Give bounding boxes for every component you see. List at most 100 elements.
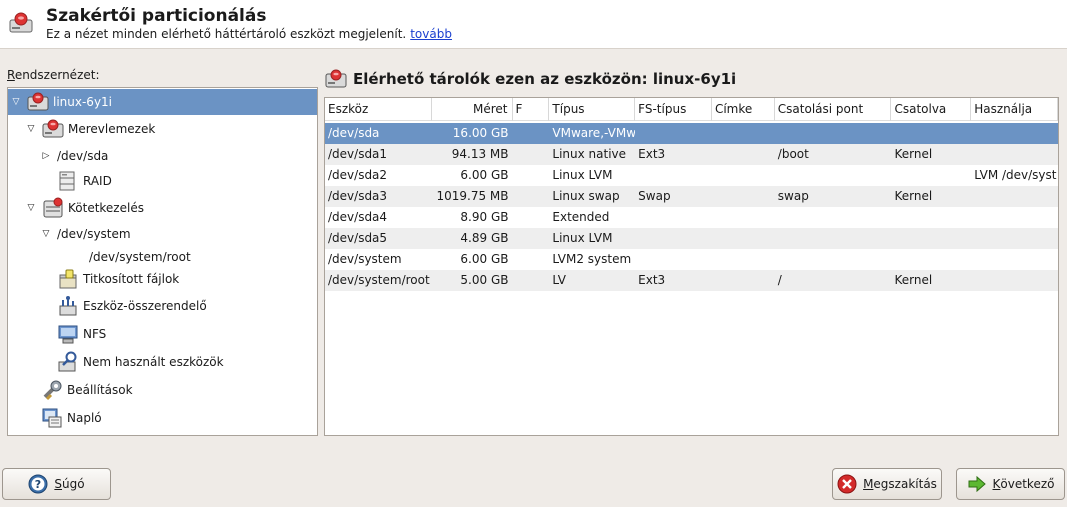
table-cell xyxy=(712,228,775,249)
harddisk-icon xyxy=(325,69,347,88)
tree-item[interactable]: Titkosított fájlok xyxy=(8,266,317,292)
arrow-right-icon xyxy=(968,475,986,493)
more-link[interactable]: tovább xyxy=(410,27,452,41)
table-cell: Linux LVM xyxy=(552,168,613,182)
table-row[interactable]: /dev/system 6.00 GB LVM2 system xyxy=(325,249,1058,270)
table-cell xyxy=(635,123,712,144)
cancel-icon xyxy=(837,474,857,494)
storage-view-title: Elérhető tárolók ezen az eszközön: linux… xyxy=(325,68,736,90)
tree-item-label: Titkosított fájlok xyxy=(83,272,180,286)
table-row[interactable]: /dev/sda 16.00 GB VMware,-VMw xyxy=(325,123,1058,144)
tree-item[interactable]: Napló xyxy=(8,405,317,431)
tree-item-label: Beállítások xyxy=(67,383,133,397)
table-cell xyxy=(513,249,550,270)
column-header[interactable]: Típus xyxy=(549,98,636,121)
table-cell xyxy=(635,228,712,249)
expanded-arrow-icon[interactable]: ▽ xyxy=(41,229,51,239)
device-mapper-icon xyxy=(59,296,77,316)
expanded-arrow-icon[interactable]: ▽ xyxy=(26,124,36,134)
system-view-tree[interactable]: ▽ linux-6y1i ▽ Merevlemezek ▷ /dev/sda RAID ▽ Kö… xyxy=(7,87,318,436)
table-cell xyxy=(635,249,712,270)
column-header[interactable]: Címke xyxy=(712,98,775,121)
expanded-arrow-icon[interactable]: ▽ xyxy=(26,203,36,213)
column-header[interactable]: Méret xyxy=(432,98,513,121)
svg-text:?: ? xyxy=(35,478,41,491)
collapsed-arrow-icon[interactable]: ▷ xyxy=(41,151,51,161)
tree-item[interactable]: RAID xyxy=(8,168,317,194)
table-cell xyxy=(971,270,1058,291)
table-cell: /dev/sda3 xyxy=(328,189,388,203)
table-cell: swap xyxy=(777,189,809,203)
tree-item-label: Nem használt eszközök xyxy=(83,355,224,369)
table-row[interactable]: /dev/system/root 5.00 GB LV Ext3 / Kernel xyxy=(325,270,1058,291)
table-cell xyxy=(513,186,550,207)
table-row[interactable]: /dev/sda4 8.90 GB Extended xyxy=(325,207,1058,228)
tree-item-label: Napló xyxy=(67,411,102,425)
tree-item[interactable]: ▷ /dev/sda xyxy=(8,143,317,169)
table-row[interactable]: /dev/sda3 1019.75 MB Linux swap Swap swap Ker… xyxy=(325,186,1058,207)
column-header[interactable]: Csatolva xyxy=(891,98,972,121)
column-header[interactable]: Eszköz xyxy=(325,98,432,121)
volume-manager-icon xyxy=(43,197,63,218)
table-cell: Kernel xyxy=(894,147,933,161)
description-text: Ez a nézet minden elérhető háttértároló … xyxy=(46,27,407,41)
table-cell: LVM2 system xyxy=(552,252,632,266)
table-cell: /dev/sda1 xyxy=(328,147,388,161)
table-cell: 6.00 GB xyxy=(460,168,509,182)
tree-item[interactable]: ▽ Kötetkezelés xyxy=(8,195,317,221)
next-button[interactable]: Következő xyxy=(956,468,1065,500)
table-cell xyxy=(513,207,550,228)
table-cell xyxy=(712,165,775,186)
table-cell: 5.00 GB xyxy=(460,273,509,287)
device-table[interactable]: Eszköz Méret F Típus FS-típus Címke Csatolási … xyxy=(324,97,1059,436)
unused-devices-icon xyxy=(58,351,77,372)
table-cell xyxy=(635,165,712,186)
table-row[interactable]: /dev/sda2 6.00 GB Linux LVM LVM /dev/syst xyxy=(325,165,1058,186)
table-cell xyxy=(971,228,1058,249)
table-row[interactable]: /dev/sda5 4.89 GB Linux LVM xyxy=(325,228,1058,249)
encrypted-files-icon xyxy=(59,269,77,289)
table-header: Eszköz Méret F Típus FS-típus Címke Csatolási … xyxy=(325,98,1058,121)
table-row[interactable]: /dev/sda1 94.13 MB Linux native Ext3/boot Ke… xyxy=(325,144,1058,165)
tree-item-label: NFS xyxy=(83,327,107,341)
harddisk-icon xyxy=(27,92,49,111)
column-header[interactable]: Használja xyxy=(971,98,1058,121)
table-cell xyxy=(891,228,971,249)
tree-item[interactable]: Beállítások xyxy=(8,377,317,403)
tree-item[interactable]: ▽ linux-6y1i xyxy=(8,89,317,115)
system-view-label: Rendszernézet: xyxy=(7,68,100,82)
column-header[interactable]: F xyxy=(513,98,550,121)
table-cell: /dev/sda2 xyxy=(328,168,388,182)
tree-item[interactable]: ▽ Merevlemezek xyxy=(8,116,317,142)
tree-item[interactable]: NFS xyxy=(8,321,317,347)
help-button[interactable]: ? Súgó xyxy=(2,468,111,500)
tree-item-label: Kötetkezelés xyxy=(68,201,144,215)
page-description: Ez a nézet minden elérhető háttértároló … xyxy=(46,27,452,41)
table-cell: 6.00 GB xyxy=(460,252,509,266)
table-cell xyxy=(775,123,892,144)
table-cell xyxy=(712,186,775,207)
tree-item[interactable]: Nem használt eszközök xyxy=(8,349,317,375)
nfs-icon xyxy=(58,325,78,344)
table-cell: / xyxy=(777,273,782,287)
table-cell xyxy=(513,165,550,186)
column-header[interactable]: Csatolási pont xyxy=(775,98,892,121)
expanded-arrow-icon[interactable]: ▽ xyxy=(11,97,21,107)
tree-item[interactable]: Eszköz-összerendelő xyxy=(8,293,317,319)
column-header[interactable]: FS-típus xyxy=(635,98,712,121)
page-title: Szakértői particionálás xyxy=(46,6,267,26)
table-cell: Ext3 xyxy=(638,273,666,287)
table-cell xyxy=(891,165,971,186)
table-cell xyxy=(891,249,971,270)
tree-item-label: RAID xyxy=(83,174,112,188)
table-cell: Swap xyxy=(638,189,671,203)
tree-item-label: Merevlemezek xyxy=(68,122,156,136)
help-icon: ? xyxy=(28,474,48,494)
abort-button[interactable]: Megszakítás xyxy=(832,468,942,500)
table-cell: /dev/system xyxy=(328,252,402,266)
table-cell: Linux swap xyxy=(552,189,620,203)
